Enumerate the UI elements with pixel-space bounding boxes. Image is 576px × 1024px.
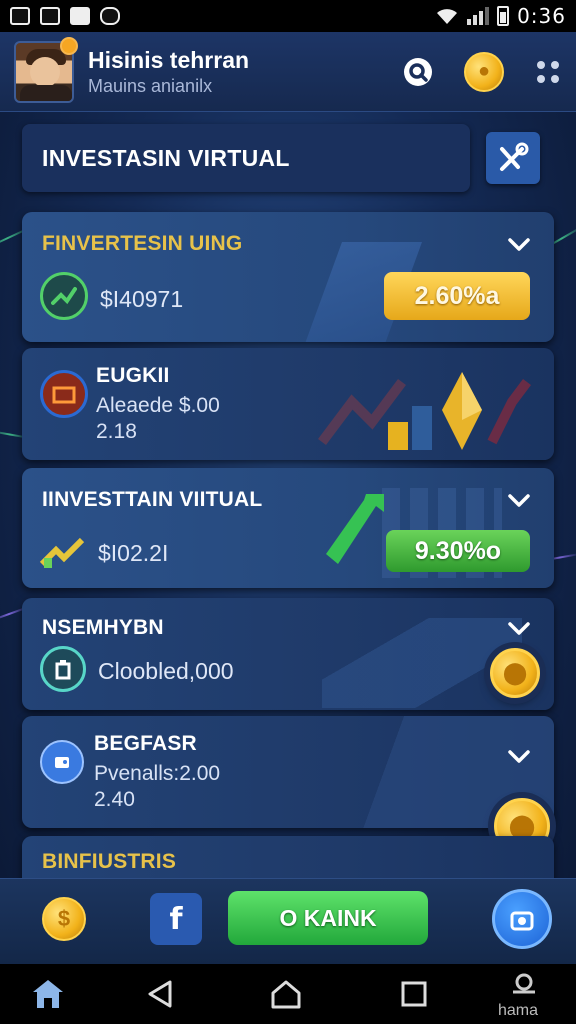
coin-icon: ● <box>477 60 491 82</box>
card-title: BINFIUSTRIS <box>42 850 177 873</box>
game-icon <box>100 7 120 25</box>
coin-wallet-button[interactable]: $ <box>42 897 86 941</box>
facebook-icon: f <box>169 901 183 937</box>
user-name: Hisinis tehrran <box>88 46 250 73</box>
nav-label: hama <box>498 1002 539 1019</box>
chevron-down-icon[interactable] <box>506 232 532 258</box>
assistant-icon <box>513 973 535 994</box>
assistant-button[interactable] <box>504 964 544 1004</box>
back-button[interactable] <box>140 964 180 1024</box>
investment-card[interactable]: IINVESTTAIN VIITUAL $I02.2I 9.30%o <box>22 468 554 588</box>
card-value: Cloobled,000 <box>98 658 234 684</box>
signal-icon <box>467 7 490 25</box>
house-outline-icon <box>271 980 301 1009</box>
notification-icon <box>40 7 60 25</box>
user-subtitle: Mauins anianilx <box>88 75 213 96</box>
chart-pencil-icon <box>39 537 85 568</box>
home-icon <box>33 980 63 1008</box>
page-title: INVESTASIN VIRTUAL <box>42 144 290 171</box>
card-title: FINVERTESIN UING <box>42 232 243 255</box>
camera-button[interactable] <box>492 889 552 949</box>
up-arrow-icon <box>326 494 384 564</box>
primary-action-button[interactable]: O KAINK <box>228 891 428 945</box>
section-title-panel: INVESTASIN VIRTUAL <box>22 124 470 192</box>
card-detail: 2.18 <box>96 420 137 443</box>
level-badge-icon <box>60 36 78 55</box>
investment-card[interactable]: EUGKII Aleaede $.00 2.18 <box>22 348 554 460</box>
menu-button[interactable] <box>534 58 562 86</box>
chevron-down-icon[interactable] <box>506 488 532 514</box>
trend-icon <box>40 272 88 320</box>
bank-icon <box>40 646 86 692</box>
tools-icon <box>500 142 529 171</box>
investment-card[interactable]: NSEMHYBN Cloobled,000 <box>22 598 554 710</box>
search-icon <box>404 57 432 86</box>
home-nav-button[interactable] <box>266 964 306 1024</box>
search-button[interactable] <box>402 56 434 88</box>
card-title: BEGFASR <box>94 732 197 755</box>
system-nav-bar <box>0 964 576 1024</box>
chevron-down-icon[interactable] <box>506 744 532 770</box>
home-button[interactable] <box>26 964 70 1024</box>
clock: 0:36 <box>517 4 566 28</box>
notification-icon <box>10 7 30 25</box>
coin-button[interactable]: ⬤ <box>490 648 540 698</box>
card-detail: 2.40 <box>94 788 135 811</box>
recents-icon <box>401 981 427 1007</box>
menu-dots-icon <box>537 60 559 83</box>
percent-badge[interactable]: 2.60%a <box>384 272 530 320</box>
action-bar: $ f O KAINK <box>0 878 576 964</box>
coin-button[interactable]: ● <box>464 51 504 92</box>
tools-button[interactable] <box>486 132 540 184</box>
chart-box-icon <box>40 370 88 418</box>
percent-badge[interactable]: 9.30%o <box>386 530 530 572</box>
coin-icon: ⬤ <box>502 660 528 685</box>
rising-arrows-icon <box>318 372 531 450</box>
card-title: IINVESTTAIN VIITUAL <box>42 488 263 511</box>
investment-card[interactable]: BEGFASR Pvenalls:2.00 2.40 <box>22 716 554 828</box>
wifi-icon <box>437 9 458 24</box>
wallet-icon <box>40 740 84 784</box>
chevron-down-icon[interactable] <box>506 616 532 642</box>
camera-icon <box>510 911 534 931</box>
card-detail: Aleaede $.00 <box>96 394 220 417</box>
facebook-button[interactable]: f <box>150 893 202 945</box>
card-value: $I02.2I <box>98 540 169 566</box>
card-value: $I40971 <box>100 286 184 312</box>
card-detail: Pvenalls:2.00 <box>94 762 221 785</box>
back-icon <box>148 980 172 1008</box>
card-title: NSEMHYBN <box>42 616 164 639</box>
battery-icon <box>497 6 510 26</box>
avatar[interactable] <box>14 36 78 103</box>
dollar-icon: $ <box>57 906 71 931</box>
status-bar: 0:36 <box>0 0 576 32</box>
investment-card[interactable]: FINVERTESIN UING $I40971 2.60%a <box>22 212 554 342</box>
card-title: EUGKII <box>96 364 170 387</box>
app-header: Hisinis tehrran Mauins anianilx ● <box>0 32 576 112</box>
mail-icon <box>70 7 90 25</box>
recents-button[interactable] <box>394 964 434 1024</box>
